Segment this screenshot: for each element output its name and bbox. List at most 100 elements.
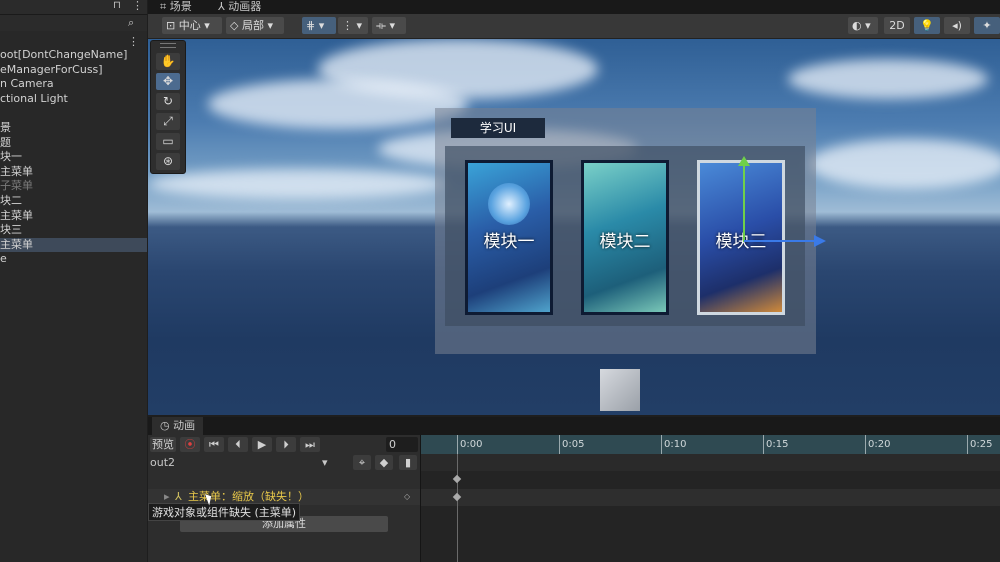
tab-animation[interactable]: ◷ 动画 bbox=[152, 417, 204, 435]
panel-inner: 模块一 模块二 模块三 bbox=[445, 146, 805, 326]
cloud bbox=[208, 79, 468, 129]
tab-scene[interactable]: ⌗ 场景 bbox=[156, 0, 192, 14]
preview-button[interactable]: 预览 bbox=[150, 437, 176, 452]
gizmo-y-arrow[interactable] bbox=[738, 156, 750, 166]
cloud bbox=[148, 169, 448, 199]
next-key-icon[interactable]: ⏵ bbox=[276, 437, 296, 452]
transform-tool-icon[interactable]: ⊛ bbox=[156, 153, 180, 170]
pivot-icon: ⊡ bbox=[166, 19, 176, 32]
gizmo-y-axis[interactable] bbox=[743, 162, 745, 242]
tab-animator[interactable]: ⅄ 动画器 bbox=[214, 0, 261, 14]
scale-tool-icon[interactable]: ⤢ bbox=[156, 113, 180, 130]
grid-snap-button[interactable]: ⋕ ▾ bbox=[302, 17, 336, 34]
lock-icon[interactable]: ⊓ bbox=[113, 0, 121, 11]
lighting-toggle-icon[interactable]: 💡 bbox=[914, 17, 940, 34]
chevron-down-icon: ▾ bbox=[322, 456, 328, 469]
cloud bbox=[788, 59, 988, 99]
hierarchy-panel: ⊓ ⋮ ⌕ oot[DontChangeName] eManagerForCuss… bbox=[0, 0, 147, 562]
add-keyframe-icon[interactable]: ⌖ bbox=[353, 455, 371, 470]
hierarchy-item[interactable]: 景 bbox=[0, 121, 147, 135]
clip-dropdown[interactable]: out2 ▾ bbox=[150, 455, 330, 470]
more-icon[interactable]: ⋮ bbox=[128, 35, 139, 48]
hierarchy-item[interactable]: ctional Light bbox=[0, 92, 147, 106]
shading-mode-dropdown[interactable]: ◐ ▾ bbox=[848, 17, 878, 34]
brain-art bbox=[488, 183, 530, 225]
add-key-icon[interactable]: ◆ bbox=[375, 455, 393, 470]
tab-scene-label: 场景 bbox=[169, 0, 192, 13]
toggle-2d-button[interactable]: 2D bbox=[884, 17, 910, 34]
hand-tool-icon[interactable]: ✋ bbox=[156, 53, 180, 70]
record-icon[interactable]: ⦿ bbox=[180, 437, 200, 452]
hierarchy-item[interactable] bbox=[0, 106, 147, 120]
add-event-icon[interactable]: ▮ bbox=[399, 455, 417, 470]
hierarchy-search[interactable]: ⌕ bbox=[0, 15, 147, 31]
last-key-icon[interactable]: ⏭ bbox=[300, 437, 320, 452]
module-card-1[interactable]: 模块一 bbox=[465, 160, 553, 315]
frame-input[interactable]: 0 bbox=[386, 437, 418, 452]
cloud bbox=[808, 139, 1000, 189]
module-card-2[interactable]: 模块二 bbox=[581, 160, 669, 315]
hierarchy-item[interactable]: 块二 bbox=[0, 194, 147, 208]
pivot-dropdown[interactable]: ⊡ 中心 ▾ bbox=[162, 17, 222, 34]
hierarchy-item[interactable]: 主菜单 bbox=[0, 165, 147, 179]
clip-name: out2 bbox=[150, 456, 176, 469]
more-icon[interactable]: ⋮ bbox=[132, 0, 143, 12]
tab-animation-label: 动画 bbox=[173, 419, 196, 432]
rotate-tool-icon[interactable]: ↻ bbox=[156, 93, 180, 110]
module-card-label: 模块二 bbox=[599, 232, 651, 252]
hierarchy-item[interactable]: eManagerForCuss] bbox=[0, 63, 147, 77]
window-tabs: ⌗ 场景 ⅄ 动画器 bbox=[148, 0, 1000, 14]
hierarchy-item[interactable]: 主菜单 bbox=[0, 209, 147, 223]
space-dropdown[interactable]: ◇ 局部 ▾ bbox=[226, 17, 284, 34]
keyframe-icon[interactable] bbox=[452, 474, 462, 484]
rect-tool-icon[interactable]: ▭ bbox=[156, 133, 180, 150]
scene-toolbar: ⊡ 中心 ▾ ◇ 局部 ▾ ⋕ ▾ ⋮ ▾ ⟛ ▾ ◐ ▾ 2D 💡 ◂) ✦ bbox=[148, 14, 1000, 39]
hierarchy-item[interactable]: 子菜单 bbox=[0, 179, 147, 193]
drag-handle[interactable] bbox=[160, 43, 176, 48]
tab-animator-label: 动画器 bbox=[228, 0, 262, 13]
track-lane bbox=[421, 489, 1000, 506]
space-label: 局部 bbox=[241, 19, 264, 32]
increment-snap-button[interactable]: ⟛ ▾ bbox=[372, 17, 406, 34]
clock-icon: ◷ bbox=[160, 419, 174, 432]
effects-toggle-icon[interactable]: ✦ bbox=[974, 17, 1000, 34]
hierarchy-item[interactable]: 主菜单 bbox=[0, 237, 147, 252]
timeline-ruler[interactable]: 0:00 0:05 0:10 0:15 0:20 0:25 bbox=[421, 435, 1000, 454]
key-diamond-icon[interactable]: ◇ bbox=[404, 489, 410, 505]
dopesheet[interactable] bbox=[421, 454, 1000, 562]
hierarchy-item[interactable]: e bbox=[0, 252, 147, 266]
summary-row bbox=[421, 454, 1000, 471]
ruler-tick: 0:00 bbox=[457, 435, 482, 454]
audio-toggle-icon[interactable]: ◂) bbox=[944, 17, 970, 34]
ruler-tick: 0:15 bbox=[763, 435, 788, 454]
pivot-label: 中心 bbox=[178, 19, 201, 32]
search-icon[interactable]: ⌕ bbox=[128, 16, 134, 30]
hierarchy-item[interactable]: 块三 bbox=[0, 223, 147, 237]
move-tool-icon[interactable]: ✥ bbox=[156, 73, 180, 90]
scene-cube[interactable] bbox=[600, 369, 640, 411]
playhead[interactable] bbox=[457, 454, 458, 562]
hierarchy-header: ⊓ ⋮ bbox=[0, 0, 147, 15]
first-key-icon[interactable]: ⏮ bbox=[204, 437, 224, 452]
hierarchy-item[interactable]: n Camera bbox=[0, 77, 147, 91]
snap-settings-button[interactable]: ⋮ ▾ bbox=[338, 17, 368, 34]
gizmo-x-arrow[interactable] bbox=[814, 235, 826, 247]
hierarchy-item[interactable]: oot[DontChangeName] bbox=[0, 48, 147, 62]
hierarchy-item[interactable]: 块一 bbox=[0, 150, 147, 164]
ruler-tick: 0:25 bbox=[967, 435, 992, 454]
ruler-tick: 0:20 bbox=[865, 435, 890, 454]
grid-icon: ⌗ bbox=[160, 0, 170, 13]
scene-tools: ✋ ✥ ↻ ⤢ ▭ ⊛ bbox=[150, 40, 186, 174]
module-card-3[interactable]: 模块三 bbox=[697, 160, 785, 315]
module-card-label: 模块一 bbox=[483, 232, 535, 252]
ruler-tick: 0:05 bbox=[559, 435, 584, 454]
missing-object-tooltip: 游戏对象或组件缺失 (主菜单) bbox=[148, 503, 300, 521]
gizmo-x-axis[interactable] bbox=[744, 240, 814, 242]
panel-title: 学习UI bbox=[451, 118, 545, 138]
play-icon[interactable]: ▶ bbox=[252, 437, 272, 452]
prev-key-icon[interactable]: ⏴ bbox=[228, 437, 248, 452]
animator-icon: ⅄ bbox=[218, 0, 229, 13]
ruler-tick: 0:10 bbox=[661, 435, 686, 454]
learning-ui-panel[interactable]: 学习UI 模块一 模块二 模块三 bbox=[435, 108, 816, 354]
hierarchy-item[interactable]: 题 bbox=[0, 136, 147, 150]
